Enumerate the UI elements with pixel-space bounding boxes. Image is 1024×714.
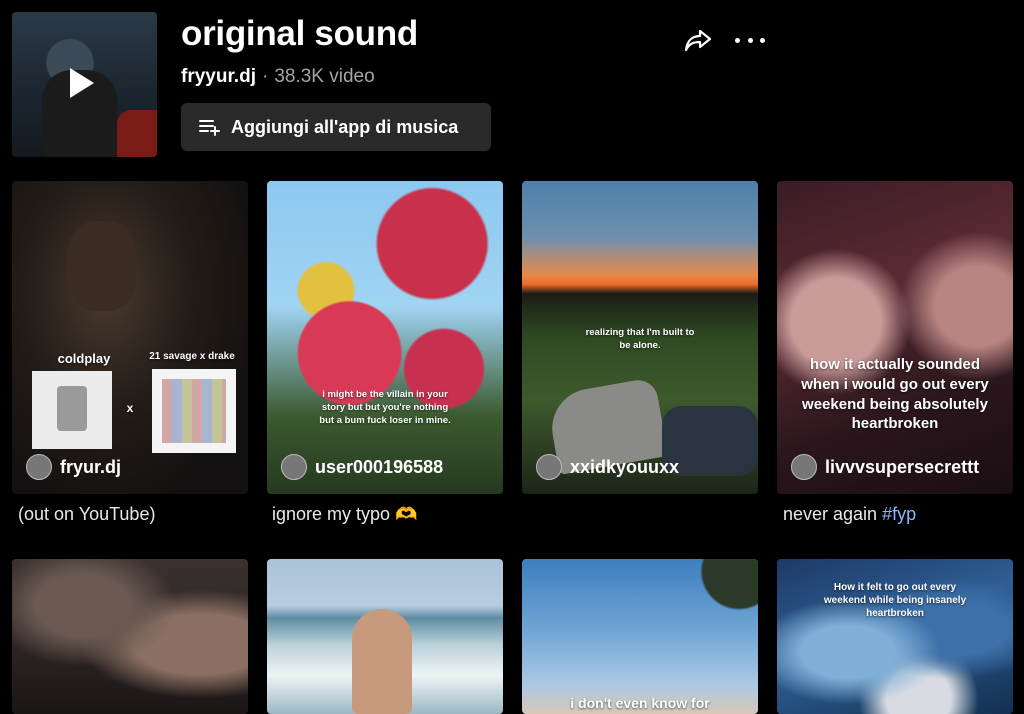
- video-thumbnail[interactable]: i might be the villain in your story but…: [267, 181, 503, 494]
- overlay-text: realizing that I'm built to be alone.: [585, 327, 695, 351]
- video-card[interactable]: i might be the villain in your story but…: [267, 181, 503, 494]
- share-icon: [684, 29, 712, 52]
- video-thumbnail[interactable]: how it actually sounded when i would go …: [777, 181, 1013, 494]
- video-author[interactable]: fryur.dj: [26, 454, 121, 480]
- playlist-add-icon: [199, 120, 220, 136]
- author-avatar: [536, 454, 562, 480]
- video-card[interactable]: realizing that I'm built to be alone. xx…: [522, 181, 758, 494]
- more-dot: [760, 37, 765, 43]
- overlay-text: i might be the villain in your story but…: [319, 389, 451, 426]
- thumb-person: [67, 221, 137, 311]
- video-caption[interactable]: (out on YouTube): [18, 504, 155, 525]
- video-caption[interactable]: never again #fyp: [783, 504, 916, 525]
- video-card[interactable]: [12, 559, 248, 714]
- album-art-right: [152, 369, 236, 453]
- video-thumbnail[interactable]: How it felt to go out every weekend whil…: [777, 559, 1013, 714]
- album-art-left: [32, 371, 112, 449]
- video-card[interactable]: coldplay x 21 savage x drake fryur.dj: [12, 181, 248, 494]
- play-icon[interactable]: [70, 68, 94, 98]
- overlay-right-label: 21 savage x drake: [149, 351, 235, 362]
- author-avatar: [281, 454, 307, 480]
- thumb-person: [352, 609, 412, 714]
- overlay-text: How it felt to go out every weekend whil…: [823, 582, 967, 619]
- video-author[interactable]: xxidkyouuxx: [536, 454, 679, 480]
- video-thumbnail[interactable]: realizing that I'm built to be alone. xx…: [522, 181, 758, 494]
- video-card[interactable]: [267, 559, 503, 714]
- overlay-left-label: coldplay: [57, 351, 111, 366]
- video-thumbnail[interactable]: coldplay x 21 savage x drake fryur.dj: [12, 181, 248, 494]
- video-count: 38.3K video: [274, 66, 375, 87]
- sound-cover[interactable]: [12, 12, 157, 157]
- author-name: xxidkyouuxx: [570, 456, 680, 477]
- add-to-music-app-button[interactable]: Aggiungi all'app di musica: [181, 103, 491, 151]
- video-card[interactable]: i don't even know for: [522, 559, 758, 714]
- sound-author-link[interactable]: fryyur.dj: [181, 66, 256, 88]
- video-card[interactable]: How it felt to go out every weekend whil…: [777, 559, 1013, 714]
- overlay-x: x: [126, 401, 134, 415]
- more-dot: [747, 37, 753, 43]
- cover-figure-red: [117, 110, 157, 157]
- video-thumbnail[interactable]: i don't even know for: [522, 559, 758, 714]
- video-card[interactable]: how it actually sounded when i would go …: [777, 181, 1013, 494]
- more-dot: [735, 37, 740, 43]
- author-name: livvvsupersecrettt: [825, 456, 980, 477]
- meta-separator: ·: [261, 66, 269, 87]
- overlay-text: how it actually sounded when i would go …: [801, 356, 989, 433]
- author-avatar: [26, 454, 52, 480]
- video-author[interactable]: livvvsupersecrettt: [791, 454, 979, 480]
- video-thumbnail[interactable]: [12, 559, 248, 714]
- sound-title: original sound: [181, 14, 418, 53]
- video-author[interactable]: user000196588: [281, 454, 443, 480]
- overlay-text: i don't even know for: [570, 695, 710, 711]
- video-thumbnail[interactable]: [267, 559, 503, 714]
- video-caption[interactable]: ignore my typo 🫶: [272, 504, 417, 525]
- sound-meta: fryyur.dj · 38.3K video: [181, 66, 375, 88]
- more-options-button[interactable]: [735, 28, 765, 52]
- author-avatar: [791, 454, 817, 480]
- share-button[interactable]: [683, 25, 713, 55]
- add-to-music-app-label: Aggiungi all'app di musica: [231, 116, 459, 137]
- author-name: user000196588: [315, 456, 444, 477]
- author-name: fryur.dj: [60, 456, 122, 477]
- caption-text: never again: [783, 504, 883, 524]
- caption-hashtag[interactable]: #fyp: [882, 504, 916, 524]
